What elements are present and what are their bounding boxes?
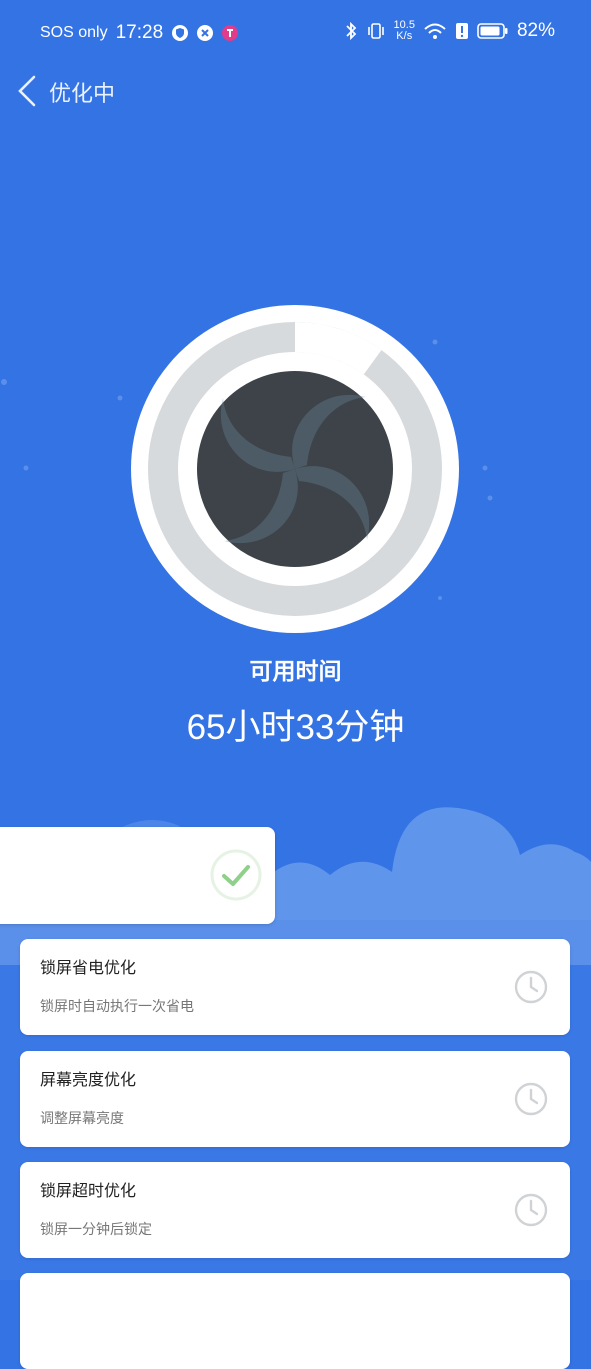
task-description: 锁屏一分钟后锁定	[40, 1222, 152, 1238]
clock-icon	[514, 1193, 548, 1227]
task-title: 锁屏超时优化	[40, 1181, 137, 1200]
status-bar: SOS only 17:28 10.5 K/s 82%	[0, 0, 591, 66]
task-card[interactable]: 屏幕亮度优化 调整屏幕亮度	[20, 1051, 570, 1147]
net-speed-unit: K/s	[396, 30, 413, 42]
available-time-label: 可用时间	[249, 659, 342, 685]
wifi-icon	[424, 23, 446, 39]
alert-sim-icon	[455, 23, 468, 39]
page-title: 优化中	[49, 82, 116, 107]
task-description: 锁屏时自动执行一次省电	[40, 999, 194, 1015]
clock-icon	[514, 970, 548, 1004]
optimization-dial	[131, 305, 459, 633]
task-card[interactable]	[20, 1273, 570, 1369]
battery-percent: 82%	[516, 20, 555, 41]
task-title: 屏幕亮度优化	[40, 1070, 137, 1089]
shield-app-icon	[172, 25, 189, 41]
battery-icon	[477, 23, 508, 39]
carrier-text: SOS only	[40, 24, 108, 41]
close-notify-icon	[197, 25, 214, 41]
clock: 17:28	[115, 22, 164, 43]
task-card[interactable]: 锁屏省电优化 锁屏时自动执行一次省电	[20, 939, 570, 1035]
network-speed: 10.5 K/s	[394, 20, 415, 42]
check-icon	[210, 849, 262, 901]
task-card[interactable]: 锁屏超时优化 锁屏一分钟后锁定	[20, 1162, 570, 1258]
available-time-value: 65小时33分钟	[186, 708, 405, 747]
vibrate-icon	[367, 23, 384, 39]
app-header: 优化中	[0, 66, 591, 116]
bluetooth-icon	[345, 21, 356, 41]
app-notify-icon	[222, 25, 239, 41]
back-arrow-icon[interactable]	[14, 74, 42, 108]
task-title: 锁屏省电优化	[40, 958, 137, 977]
clock-icon	[514, 1082, 548, 1116]
task-description: 调整屏幕亮度	[40, 1111, 124, 1127]
